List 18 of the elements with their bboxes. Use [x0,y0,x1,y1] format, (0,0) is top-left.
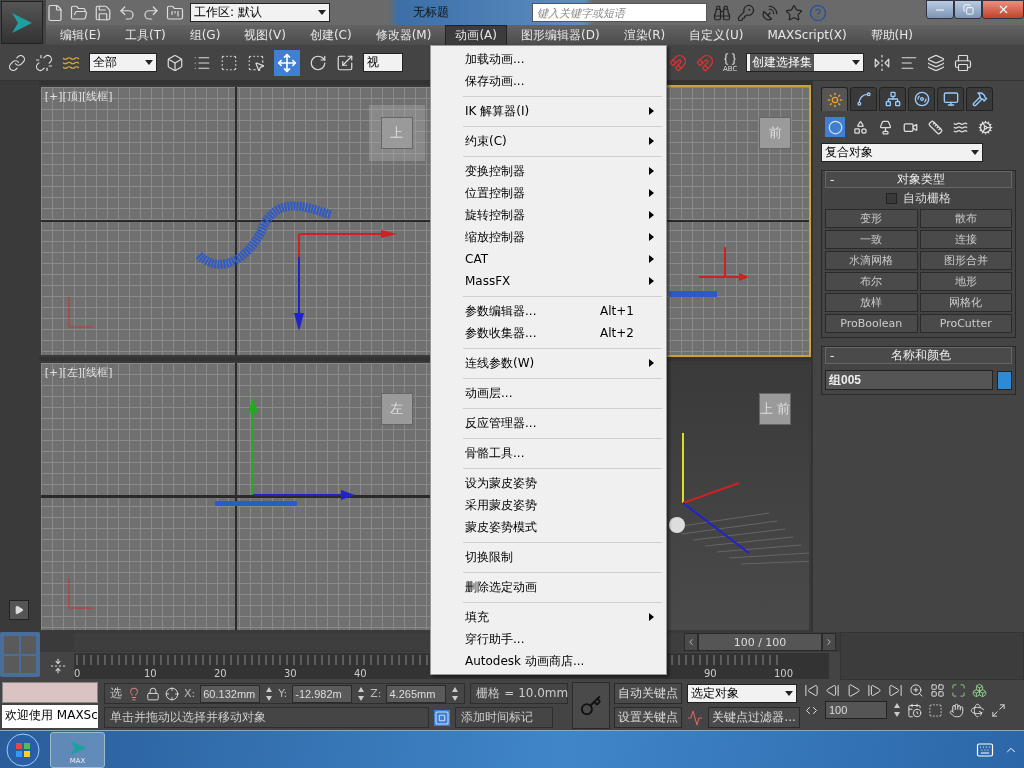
window-title: 无标题 [412,4,450,21]
grid-size-text: 栅格 = 10.0mm [476,685,569,702]
frame-number: 90 [704,668,717,679]
z-label: Z: [370,687,382,700]
frame-number: 10 [144,668,157,679]
rollout-title: 名称和颜色 [889,347,952,364]
frame-number: 40 [354,668,367,679]
time-tag-text: 添加时间标记 [461,709,533,726]
selection-lock-label: 选 [110,685,122,702]
frame-number: 0 [74,668,81,679]
rollout-title: 对象类型 [895,171,946,188]
prompt-text: 单击并拖动以选择并移动对象 [110,709,266,726]
x-label: X: [184,687,196,700]
frame-number: 100 [774,668,794,679]
frame-number: 30 [284,668,297,679]
frame-number: 20 [214,668,227,679]
listener-output: 欢迎使用 MAXSc [2,705,98,728]
y-label: Y: [278,687,288,700]
